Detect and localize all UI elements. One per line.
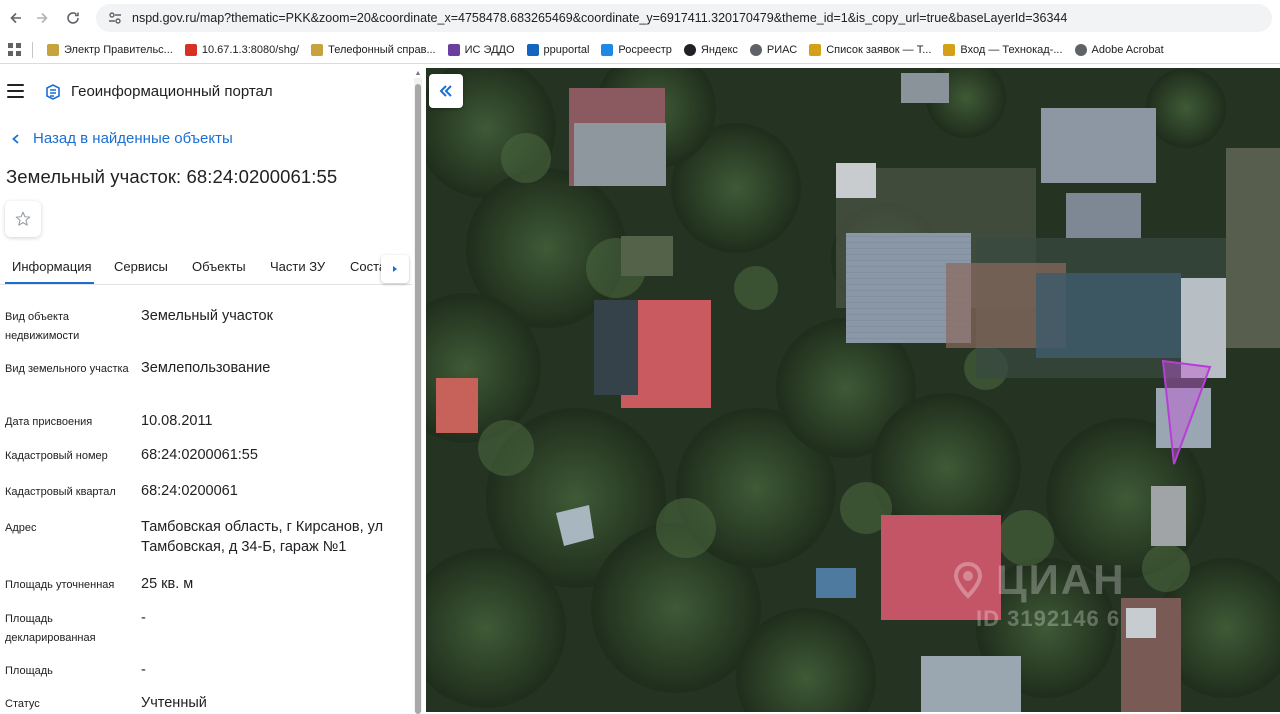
bookmark-label: РИАС [766, 43, 798, 56]
bookmark-label: Телефонный справ... [328, 43, 436, 56]
site-settings-icon[interactable] [106, 9, 124, 27]
star-icon [15, 211, 31, 226]
emblem-icon [311, 43, 324, 56]
edo-icon [447, 43, 460, 56]
info-value: Тамбовская область, г Кирсанов, ул Тамбо… [141, 519, 384, 555]
bookmarks-bar: Электр Правительс... 10.67.1.3:8080/shg/Т… [0, 36, 1280, 64]
tab-information[interactable]: Информация [12, 259, 92, 274]
bookmark-label: 10.67.1.3:8080/shg/ [201, 43, 300, 56]
info-value: Землепользование [141, 360, 271, 376]
tabs-scroll-right-button[interactable] [381, 255, 409, 283]
emblem-icon [47, 43, 59, 56]
forward-arrow-icon[interactable] [26, 2, 58, 34]
double-chevron-left-icon [439, 85, 452, 97]
info-value: - [141, 610, 146, 626]
aerial-imagery [426, 68, 1280, 712]
info-value: 68:24:0200061 [141, 483, 238, 499]
tab-objects[interactable]: Объекты [192, 259, 246, 274]
info-label: Статус [5, 698, 40, 710]
watermark-id: ID 3192146 6 [976, 606, 1121, 631]
bookmark-label: Яндекс [700, 43, 738, 56]
bookmark-label: Электр Правительс... [64, 43, 173, 56]
info-label: Вид земельного участка [5, 363, 129, 375]
chevron-left-icon [12, 133, 19, 144]
info-label: Площадь уточненная [5, 579, 115, 591]
bookmark-label: Росреестр [618, 43, 672, 56]
globe-icon [1074, 43, 1087, 56]
back-to-results-link[interactable]: Назад в найденные объекты [10, 130, 233, 147]
bookmark-item[interactable]: 10.67.1.3:8080/shg/ [179, 38, 305, 62]
cian-logo-icon [953, 561, 983, 599]
url-text: nspd.gov.ru/map?thematic=PKK&zoom=20&coo… [132, 11, 1068, 25]
info-value: 10.08.2011 [141, 413, 213, 429]
bookmark-item[interactable]: Телефонный справ... [305, 38, 442, 62]
reload-icon[interactable] [57, 2, 89, 34]
info-value: - [141, 662, 146, 678]
plus-circle-icon [683, 43, 696, 56]
watermark-brand: ЦИАН [996, 556, 1126, 603]
rosreestr-icon [601, 43, 614, 56]
info-value: Земельный участок [141, 308, 273, 324]
info-label: Вид объекта недвижимости [5, 311, 80, 342]
info-label: Площадь декларированная [5, 613, 96, 644]
scroll-up-arrow-icon[interactable]: ▲ [414, 70, 422, 78]
bookmark-label: Список заявок — Т... [826, 43, 932, 56]
bookmark-label: Вход — Технокад-... [960, 43, 1063, 56]
bookmark-item[interactable]: Вход — Технокад-... [937, 38, 1068, 62]
bookmark-item[interactable]: РИАС [744, 38, 803, 62]
bookmark-label: Adobe Acrobat [1091, 43, 1164, 56]
globe-icon [749, 43, 762, 56]
info-label: Дата присвоения [5, 416, 93, 428]
bookmark-item[interactable]: ИС ЭДДО [442, 38, 521, 62]
object-title: Земельный участок: 68:24:0200061:55 [6, 166, 338, 187]
portal-title: Геоинформационный портал [71, 83, 273, 100]
bookmark-item[interactable]: Adobe Acrobat [1069, 38, 1170, 62]
bookmark-label: ppuportal [543, 43, 590, 56]
tab-parts[interactable]: Части ЗУ [270, 259, 325, 274]
object-tabs: Информация Сервисы Объекты Части ЗУ Сост… [0, 254, 412, 285]
caret-right-icon [393, 266, 397, 272]
bookmark-label: ИС ЭДДО [464, 43, 515, 56]
info-label: Кадастровый квартал [5, 486, 116, 498]
m-icon [943, 43, 956, 56]
info-value: Учтенный [141, 695, 207, 711]
info-label: Кадастровый номер [5, 450, 108, 462]
menu-icon[interactable] [7, 84, 24, 98]
m-icon [809, 43, 822, 56]
red-squares-icon [184, 43, 197, 56]
info-value: 25 кв. м [141, 576, 194, 592]
favorite-button[interactable] [5, 201, 41, 237]
portal-header: Геоинформационный портал [0, 68, 414, 116]
apps-grid-icon[interactable] [0, 43, 28, 56]
collapse-panel-button[interactable] [429, 74, 463, 108]
diamond-icon [526, 43, 539, 56]
bookmarks-separator [32, 41, 33, 58]
info-label: Площадь [5, 665, 53, 677]
map-view[interactable]: ЦИАН ID 3192146 6 [426, 68, 1280, 712]
bookmark-item[interactable]: Яндекс [678, 38, 744, 62]
bookmark-item[interactable]: Росреестр [595, 38, 677, 62]
info-value: 68:24:0200061:55 [141, 447, 258, 463]
bookmark-item[interactable]: ppuportal [521, 38, 596, 62]
bookmark-item[interactable]: Список заявок — Т... [803, 38, 937, 62]
scrollbar-thumb[interactable] [415, 84, 421, 714]
portal-logo-icon [46, 84, 60, 100]
back-to-results-label: Назад в найденные объекты [33, 130, 233, 147]
panel-scrollbar[interactable]: ▲ [414, 70, 422, 714]
info-panel: Геоинформационный портал Назад в найденн… [0, 68, 426, 712]
tab-services[interactable]: Сервисы [114, 259, 168, 274]
browser-toolbar: nspd.gov.ru/map?thematic=PKK&zoom=20&coo… [0, 0, 1280, 36]
info-label: Адрес [5, 522, 37, 534]
address-bar[interactable]: nspd.gov.ru/map?thematic=PKK&zoom=20&coo… [96, 4, 1272, 32]
bookmark-list: Электр Правительс... 10.67.1.3:8080/shg/Т… [41, 38, 1170, 62]
bookmark-item[interactable]: Электр Правительс... [41, 38, 179, 62]
active-tab-indicator [5, 282, 94, 284]
